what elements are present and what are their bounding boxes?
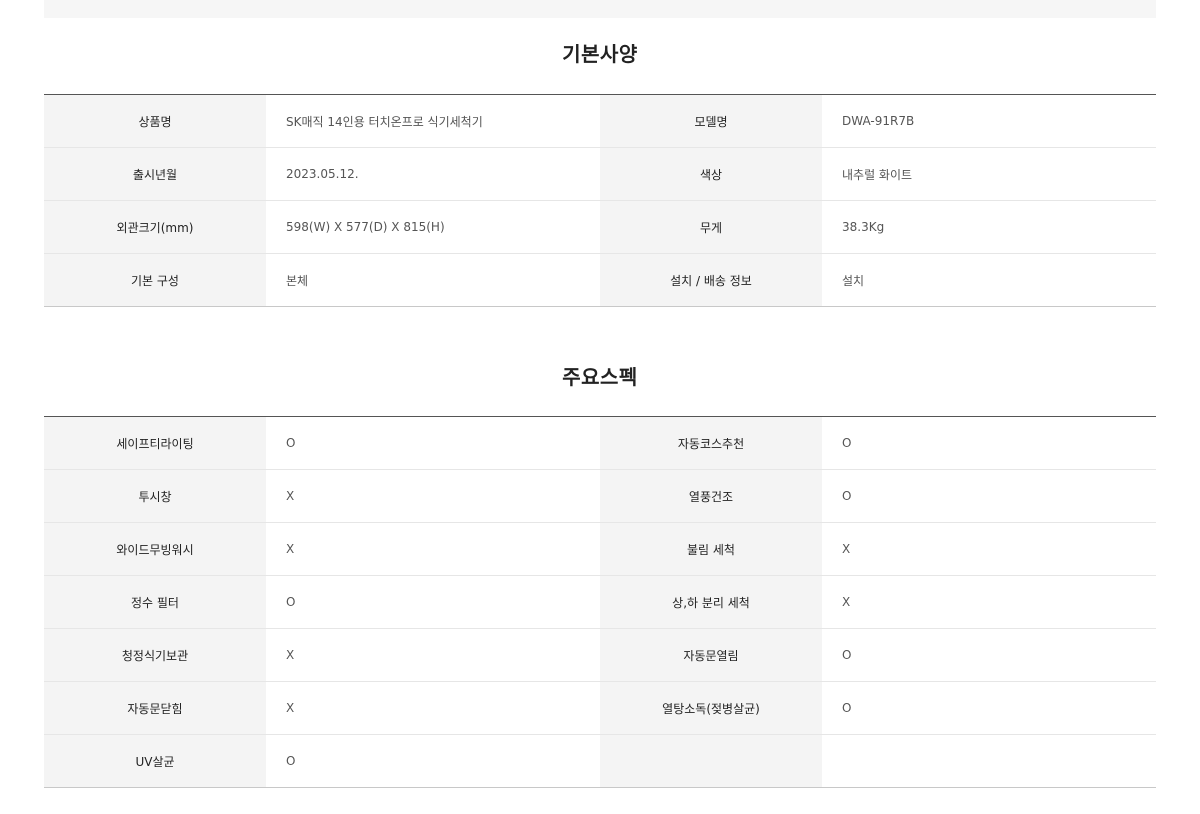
table-row: UV살균 O bbox=[44, 734, 1156, 788]
spec-label: 상,하 분리 세척 bbox=[600, 575, 822, 629]
table-row: 세이프티라이팅 O 자동코스추천 O bbox=[44, 416, 1156, 470]
spec-value: O bbox=[266, 575, 600, 629]
table-row: 출시년월 2023.05.12. 색상 내추럴 화이트 bbox=[44, 147, 1156, 201]
table-row: 투시창 X 열풍건조 O bbox=[44, 469, 1156, 523]
spec-value: 2023.05.12. bbox=[266, 147, 600, 201]
spec-value: O bbox=[822, 628, 1156, 682]
spec-value: 본체 bbox=[266, 253, 600, 307]
spec-value: 내추럴 화이트 bbox=[822, 147, 1156, 201]
spec-value: O bbox=[822, 469, 1156, 523]
spec-value: X bbox=[822, 575, 1156, 629]
spec-label: 열탕소독(젖병살균) bbox=[600, 681, 822, 735]
spec-value: O bbox=[286, 436, 296, 450]
spec-value: O bbox=[842, 436, 852, 450]
spec-label: 자동문닫힘 bbox=[44, 681, 266, 735]
basic-spec-title: 기본사양 bbox=[562, 42, 638, 66]
spec-value: X bbox=[266, 522, 600, 576]
main-spec-table: 세이프티라이팅 O 자동코스추천 O 투시창 X 열풍건조 O 와이드무빙워시 … bbox=[44, 416, 1156, 788]
spec-label: 기본 구성 bbox=[44, 253, 266, 307]
spec-value: 598(W) X 577(D) X 815(H) bbox=[266, 200, 600, 254]
spec-label: 열풍건조 bbox=[600, 469, 822, 523]
spec-label bbox=[600, 734, 822, 788]
table-row: 기본 구성 본체 설치 / 배송 정보 설치 bbox=[44, 253, 1156, 307]
table-row: 청정식기보관 X 자동문열림 O bbox=[44, 628, 1156, 682]
spec-label: 청정식기보관 bbox=[44, 628, 266, 682]
table-row: 와이드무빙워시 X 불림 세척 X bbox=[44, 522, 1156, 576]
table-row: 정수 필터 O 상,하 분리 세척 X bbox=[44, 575, 1156, 629]
spec-label: 와이드무빙워시 bbox=[44, 522, 266, 576]
spec-label: 외관크기(mm) bbox=[44, 200, 266, 254]
spec-label: UV살균 bbox=[44, 734, 266, 788]
spec-label: 상품명 bbox=[44, 94, 266, 148]
spec-label: 세이프티라이팅 bbox=[44, 416, 266, 470]
spec-label: 불림 세척 bbox=[600, 522, 822, 576]
basic-spec-table: 상품명 SK매직 14인용 터치온프로 식기세척기 모델명 DWA-91R7B … bbox=[44, 94, 1156, 307]
spec-label: 모델명 bbox=[600, 94, 822, 148]
spec-value: X bbox=[266, 469, 600, 523]
spec-value: X bbox=[822, 522, 1156, 576]
spec-value: SK매직 14인용 터치온프로 식기세척기 bbox=[286, 114, 483, 129]
table-row: 상품명 SK매직 14인용 터치온프로 식기세척기 모델명 DWA-91R7B bbox=[44, 94, 1156, 148]
spec-label: 출시년월 bbox=[44, 147, 266, 201]
spec-value: 38.3Kg bbox=[822, 200, 1156, 254]
top-strip bbox=[44, 0, 1156, 18]
table-row: 외관크기(mm) 598(W) X 577(D) X 815(H) 무게 38.… bbox=[44, 200, 1156, 254]
spec-value: O bbox=[822, 681, 1156, 735]
spec-label: 자동코스추천 bbox=[600, 416, 822, 470]
table-row: 자동문닫힘 X 열탕소독(젖병살균) O bbox=[44, 681, 1156, 735]
spec-label: 색상 bbox=[600, 147, 822, 201]
spec-value: 설치 bbox=[822, 253, 1156, 307]
spec-value bbox=[822, 734, 1156, 788]
spec-value: O bbox=[266, 734, 600, 788]
spec-value: X bbox=[266, 681, 600, 735]
spec-label: 정수 필터 bbox=[44, 575, 266, 629]
spec-label: 자동문열림 bbox=[600, 628, 822, 682]
spec-label: 투시창 bbox=[44, 469, 266, 523]
spec-value: X bbox=[266, 628, 600, 682]
spec-value: DWA-91R7B bbox=[842, 114, 915, 128]
main-spec-title: 주요스펙 bbox=[562, 365, 638, 389]
spec-page: 기본사양 상품명 SK매직 14인용 터치온프로 식기세척기 모델명 DWA-9… bbox=[0, 0, 1200, 814]
spec-label: 무게 bbox=[600, 200, 822, 254]
spec-label: 설치 / 배송 정보 bbox=[600, 253, 822, 307]
